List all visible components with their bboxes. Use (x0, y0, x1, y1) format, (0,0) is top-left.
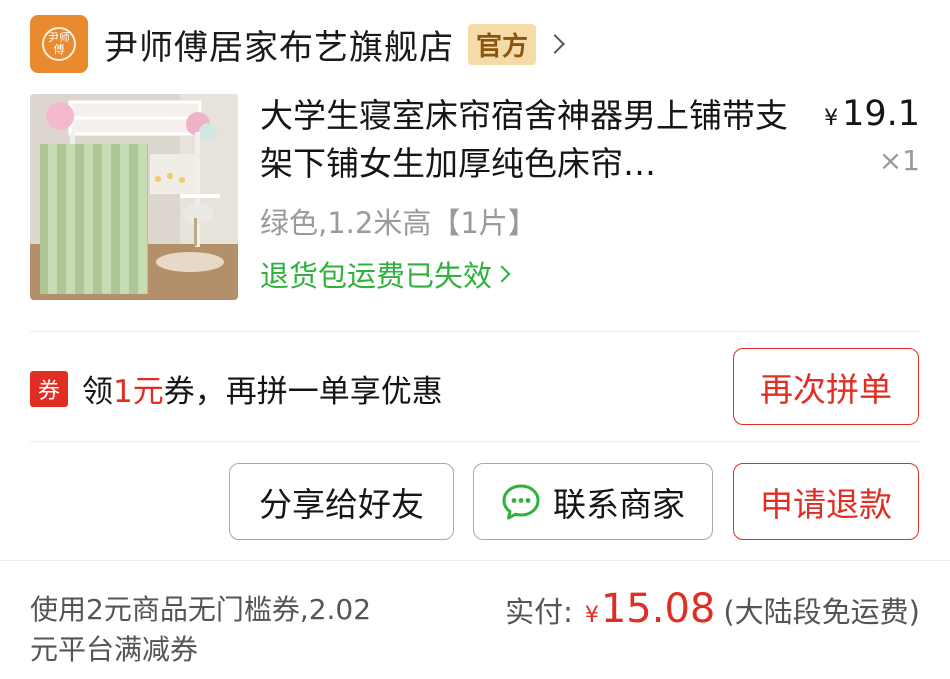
paid-amount: 15.08 (600, 586, 716, 632)
refund-button[interactable]: 申请退款 (733, 463, 919, 540)
coupon-text-prefix: 领 (82, 374, 114, 410)
coupon-tag: 券 (30, 370, 69, 407)
rebuy-button[interactable]: 再次拼单 (733, 348, 919, 425)
product-spec: 绿色,1.2米高【1片】 (260, 206, 537, 240)
coupon-promo-text: 领1元券，再拼一单享优惠 (82, 366, 443, 411)
contact-merchant-label: 联系商家 (553, 484, 685, 524)
chat-bubble-icon (502, 484, 540, 519)
price-value: 19.1 (842, 94, 920, 134)
return-shipping-status[interactable]: 退货包运费已失效 (260, 253, 511, 295)
divider (0, 560, 950, 561)
product-price: ¥19.1 (824, 94, 920, 134)
official-badge: 官方 (468, 23, 537, 65)
paid-summary: 实付: ¥ 15.08 (大陆段免运费) (505, 586, 920, 632)
shipping-note: (大陆段免运费) (723, 595, 920, 629)
store-header[interactable]: 尹师傅 尹师傅居家布艺旗舰店 官方 (30, 14, 565, 74)
store-logo-icon[interactable]: 尹师傅 (30, 15, 88, 73)
product-quantity: ×1 (878, 144, 920, 177)
coupon-row: 券 领1元券，再拼一单享优惠 (30, 366, 443, 411)
store-logo-text: 尹师傅 (42, 27, 76, 61)
paid-currency: ¥ (584, 603, 599, 628)
chevron-right-icon[interactable] (545, 34, 565, 54)
price-currency: ¥ (824, 106, 839, 131)
share-button[interactable]: 分享给好友 (229, 463, 454, 540)
product-title[interactable]: 大学生寝室床帘宿舍神器男上铺带支架下铺女生加厚纯色床帘… (260, 92, 790, 188)
discount-note: 使用2元商品无门槛券,2.02元平台满减券 (30, 593, 372, 666)
divider (30, 441, 920, 442)
chevron-right-icon (493, 265, 511, 283)
paid-label: 实付: (505, 595, 573, 629)
divider (30, 331, 920, 332)
coupon-amount: 1元 (113, 374, 164, 410)
coupon-text-suffix: 券，再拼一单享优惠 (163, 374, 443, 410)
contact-merchant-button[interactable]: 联系商家 (473, 463, 713, 540)
product-image[interactable] (30, 94, 238, 300)
return-status-label: 退货包运费已失效 (260, 259, 493, 293)
store-name[interactable]: 尹师傅居家布艺旗舰店 (104, 20, 454, 69)
